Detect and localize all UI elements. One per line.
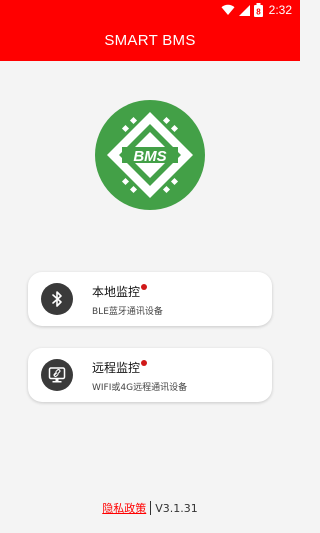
local-monitor-title: 本地监控: [92, 285, 141, 299]
local-monitor-subtitle: BLE蓝牙通讯设备: [92, 307, 163, 317]
wifi-icon: [221, 4, 235, 16]
remote-monitor-icon: [41, 359, 73, 391]
notification-dot: [141, 284, 148, 290]
battery-level: 8: [256, 8, 261, 17]
bluetooth-icon: [41, 283, 73, 315]
status-bar: 8 2:32: [0, 0, 300, 20]
local-monitor-card[interactable]: 本地监控 BLE蓝牙通讯设备: [28, 272, 272, 326]
remote-monitor-subtitle: WIFI或4G远程通讯设备: [92, 383, 188, 393]
battery-icon: 8: [253, 3, 263, 17]
remote-monitor-title-row: 远程监控: [92, 359, 148, 376]
app-version: V3.1.31: [155, 501, 198, 515]
bms-logo: BMS: [95, 100, 205, 210]
footer-divider: [150, 501, 152, 515]
remote-monitor-card[interactable]: 远程监控 WIFI或4G远程通讯设备: [28, 348, 272, 402]
status-icons: 8 2:32: [221, 2, 292, 18]
footer: 隐私政策 V3.1.31: [0, 500, 300, 516]
app-header: SMART BMS: [0, 20, 300, 61]
logo-text: BMS: [133, 148, 166, 165]
status-time: 2:32: [268, 3, 292, 17]
app-title: SMART BMS: [104, 32, 196, 49]
notification-dot: [141, 360, 148, 366]
remote-monitor-title: 远程监控: [92, 361, 141, 375]
local-monitor-title-row: 本地监控: [92, 283, 148, 300]
cellular-signal-icon: [238, 4, 250, 16]
privacy-policy-link[interactable]: 隐私政策: [102, 500, 146, 516]
